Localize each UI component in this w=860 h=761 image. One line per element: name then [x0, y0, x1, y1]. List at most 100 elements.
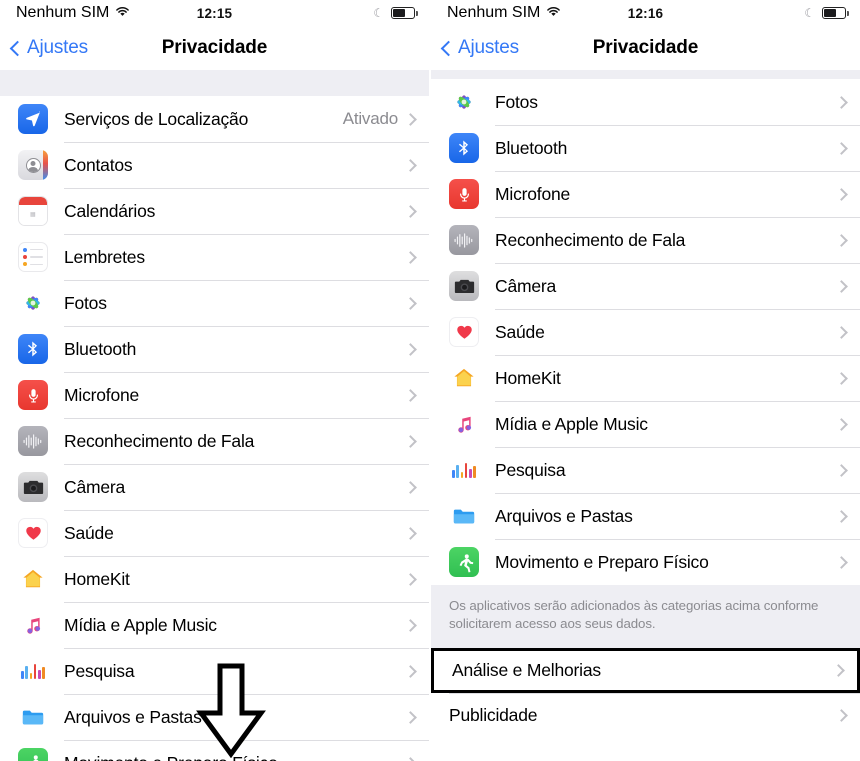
location-icon [18, 104, 48, 134]
chevron-right-icon [404, 250, 417, 264]
list-item-motion-and-fitness[interactable]: Movimento e Preparo Físico [431, 539, 860, 585]
photos-icon [18, 288, 48, 318]
chevron-right-icon [404, 664, 417, 678]
list-item-label: Arquivos e Pastas [64, 706, 202, 727]
list-item-reminders[interactable]: Lembretes [0, 234, 429, 280]
music-icon [18, 610, 48, 640]
list-item-camera[interactable]: Câmera [0, 464, 429, 510]
list-item-label: Microfone [495, 183, 571, 204]
music-icon [449, 409, 479, 439]
chevron-right-icon [404, 756, 417, 761]
right-status-right: ☾ [804, 6, 849, 20]
chevron-right-icon [404, 158, 417, 172]
list-item-contacts[interactable]: Contatos [0, 142, 429, 188]
wifi-icon [546, 4, 561, 22]
chevron-right-icon [835, 371, 848, 385]
list-item-files-and-folders[interactable]: Arquivos e Pastas [0, 694, 429, 740]
right-phone-screen: Nenhum SIM 12:16 ☾ Ajustes Privacidade F… [431, 0, 860, 761]
list-item-location-services[interactable]: Serviços de Localização Ativado [0, 96, 429, 142]
list-item-microphone[interactable]: Microfone [0, 372, 429, 418]
moon-icon: ☾ [804, 6, 815, 20]
list-item-analytics-and-improvements[interactable]: Análise e Melhorias [431, 647, 860, 693]
chevron-right-icon [835, 141, 848, 155]
chevron-right-icon [835, 509, 848, 523]
chevron-right-icon [404, 480, 417, 494]
list-item-search[interactable]: Pesquisa [431, 447, 860, 493]
calendar-icon: ▦ [18, 196, 48, 226]
files-icon [449, 501, 479, 531]
homekit-icon [18, 564, 48, 594]
left-nav-bar: Ajustes Privacidade [0, 26, 429, 70]
photos-icon [449, 87, 479, 117]
chevron-right-icon [404, 388, 417, 402]
list-item-health[interactable]: Saúde [431, 309, 860, 355]
list-item-calendars[interactable]: ▦ Calendários [0, 188, 429, 234]
right-status-left: Nenhum SIM [447, 4, 561, 22]
chevron-right-icon [835, 325, 848, 339]
chevron-right-icon [835, 417, 848, 431]
fitness-icon [449, 547, 479, 577]
carrier-label: Nenhum SIM [16, 4, 110, 21]
battery-icon [822, 7, 849, 19]
search-icon [449, 455, 479, 485]
back-button-label: Ajustes [458, 37, 519, 58]
chevron-left-icon [440, 40, 457, 56]
list-item-homekit[interactable]: HomeKit [0, 556, 429, 602]
chevron-right-icon [835, 463, 848, 477]
list-item-label: Bluetooth [495, 137, 568, 158]
chevron-right-icon [835, 233, 848, 247]
list-item-camera[interactable]: Câmera [431, 263, 860, 309]
left-status-left: Nenhum SIM [16, 4, 130, 22]
list-item-label: Fotos [64, 292, 107, 313]
list-item-media-apple-music[interactable]: Mídia e Apple Music [0, 602, 429, 648]
chevron-right-icon [832, 663, 845, 677]
camera-icon [18, 472, 48, 502]
list-item-photos[interactable]: Fotos [431, 79, 860, 125]
camera-icon [449, 271, 479, 301]
right-settings-list: Fotos Bluetooth Microfone Reconhecimento… [431, 79, 860, 585]
list-item-health[interactable]: Saúde [0, 510, 429, 556]
list-item-label: Saúde [64, 522, 114, 543]
chevron-right-icon [835, 555, 848, 569]
chevron-right-icon [835, 279, 848, 293]
list-item-advertising[interactable]: Publicidade [431, 692, 860, 739]
list-item-bluetooth[interactable]: Bluetooth [431, 125, 860, 171]
list-item-media-apple-music[interactable]: Mídia e Apple Music [431, 401, 860, 447]
chevron-right-icon [404, 204, 417, 218]
list-item-search[interactable]: Pesquisa [0, 648, 429, 694]
right-status-bar: Nenhum SIM 12:16 ☾ [431, 0, 860, 26]
moon-icon: ☾ [373, 6, 384, 20]
list-item-label: Bluetooth [64, 338, 137, 359]
back-button[interactable]: Ajustes [9, 37, 88, 59]
chevron-right-icon [835, 187, 848, 201]
chevron-right-icon [404, 434, 417, 448]
bluetooth-icon [449, 133, 479, 163]
list-item-microphone[interactable]: Microfone [431, 171, 860, 217]
carrier-label: Nenhum SIM [447, 4, 541, 21]
list-item-label: Câmera [64, 476, 126, 497]
list-item-label: Pesquisa [64, 660, 135, 681]
chevron-right-icon [404, 112, 417, 126]
chevron-right-icon [404, 572, 417, 586]
battery-icon [391, 7, 418, 19]
dual-screenshot-container: Nenhum SIM 12:15 ☾ Ajustes Privacidade S… [0, 0, 860, 761]
list-item-label: Mídia e Apple Music [64, 614, 217, 635]
list-item-homekit[interactable]: HomeKit [431, 355, 860, 401]
left-status-right: ☾ [373, 6, 418, 20]
list-item-label: Saúde [495, 321, 545, 342]
right-nav-bar: Ajustes Privacidade [431, 26, 860, 70]
list-item-speech-recognition[interactable]: Reconhecimento de Fala [0, 418, 429, 464]
list-item-label: Calendários [64, 200, 156, 221]
left-settings-list: Serviços de Localização Ativado Contatos… [0, 96, 429, 761]
list-item-speech-recognition[interactable]: Reconhecimento de Fala [431, 217, 860, 263]
list-item-motion-and-fitness[interactable]: Movimento e Preparo Físico [0, 740, 429, 761]
left-top-group-gap [0, 70, 429, 96]
list-item-label: Reconhecimento de Fala [495, 229, 686, 250]
list-item-label: Movimento e Preparo Físico [495, 551, 709, 572]
list-item-bluetooth[interactable]: Bluetooth [0, 326, 429, 372]
list-item-label: Microfone [64, 384, 140, 405]
left-status-bar: Nenhum SIM 12:15 ☾ [0, 0, 429, 26]
list-item-files-and-folders[interactable]: Arquivos e Pastas [431, 493, 860, 539]
back-button[interactable]: Ajustes [440, 37, 519, 59]
list-item-photos[interactable]: Fotos [0, 280, 429, 326]
